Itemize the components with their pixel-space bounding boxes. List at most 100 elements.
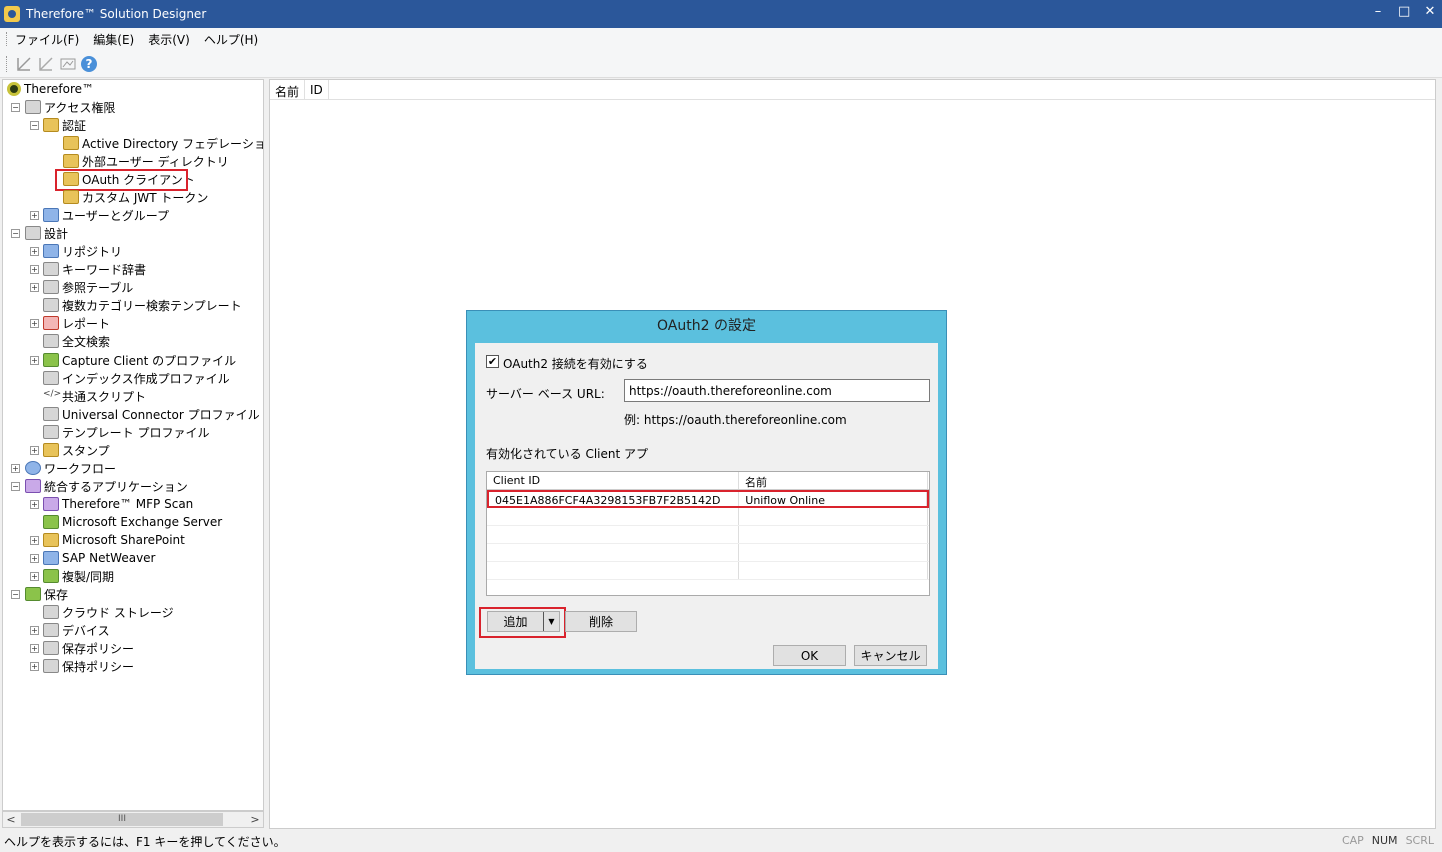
minimize-button[interactable]: – [1372,4,1384,19]
tree-item-mfp-scan[interactable]: Therefore™ MFP Scan [43,495,193,513]
enable-oauth2-checkbox[interactable]: ✔ [486,355,499,368]
expand-toggle-icon[interactable]: + [30,626,39,635]
collapse-toggle-icon[interactable]: − [11,482,20,491]
tree-item-device[interactable]: デバイス [43,621,110,639]
grid-header-client-id[interactable]: Client ID [487,472,739,489]
dialog-body: ✔ OAuth2 接続を有効にする サーバー ベース URL: 例: https… [475,343,938,669]
expand-toggle-icon[interactable]: + [30,356,39,365]
expand-toggle-icon[interactable]: + [30,211,39,220]
menu-help[interactable]: ヘルプ(H) [204,31,258,48]
scroll-right-icon[interactable]: > [247,812,263,827]
tree-item-capture-client[interactable]: Capture Client のプロファイル [43,351,236,369]
table-row[interactable]: 045E1A886FCF4A3298153FB7F2B5142D Uniflow… [487,490,929,508]
expand-toggle-icon[interactable]: + [30,536,39,545]
tree-item-multi-category-search[interactable]: 複数カテゴリー検索テンプレート [43,296,242,314]
tree-item-sharepoint[interactable]: Microsoft SharePoint [43,531,185,549]
design-tool-icon[interactable] [15,55,33,73]
design-tool-2-icon[interactable] [37,55,55,73]
tree-item-design[interactable]: 設計 [25,224,68,242]
tree-item-custom-jwt[interactable]: カスタム JWT トークン [63,188,208,206]
collapse-toggle-icon[interactable]: − [11,103,20,112]
tree-root[interactable]: Therefore™ [7,80,94,98]
delete-button[interactable]: 削除 [565,611,637,632]
tree-item-label: Microsoft Exchange Server [62,515,223,529]
expand-toggle-icon[interactable]: + [30,247,39,256]
tree-item-workflow[interactable]: ワークフロー [25,459,116,477]
collapse-toggle-icon[interactable]: − [11,229,20,238]
search-template-icon [43,298,59,312]
tree-item-label: 複製/同期 [62,569,115,584]
tree-item-reference-table[interactable]: 参照テーブル [43,278,133,296]
list-header: 名前 ID [270,80,1435,100]
tree-item-fulltext-search[interactable]: 全文検索 [43,332,110,350]
column-header-name[interactable]: 名前 [270,80,306,99]
collapse-toggle-icon[interactable]: − [30,121,39,130]
tree-root-label: Therefore™ [24,82,94,96]
tree-item-replication[interactable]: 複製/同期 [43,567,114,585]
ok-button[interactable]: OK [773,645,846,666]
tree-item-label: 設計 [44,226,69,241]
enabled-client-apps-label: 有効化されている Client アプ [486,447,649,461]
expand-toggle-icon[interactable]: + [30,319,39,328]
tree-item-keyword-dictionary[interactable]: キーワード辞書 [43,260,146,278]
cancel-button[interactable]: キャンセル [854,645,927,666]
help-icon[interactable]: ? [81,55,97,72]
tree-item-template-profile[interactable]: テンプレート プロファイル [43,423,209,441]
add-dropdown-arrow-icon[interactable]: ▼ [543,612,559,631]
tree-item-adfs[interactable]: Active Directory フェデレーション サ [63,134,263,152]
grid-header-name[interactable]: 名前 [739,472,928,489]
table-icon [43,280,59,294]
expand-toggle-icon[interactable]: + [30,283,39,292]
tree-item-label: カスタム JWT トークン [82,190,209,205]
image-tool-icon[interactable] [59,55,77,73]
integration-icon [25,479,41,493]
tree-item-integrations[interactable]: 統合するアプリケーション [25,477,188,495]
expand-toggle-icon[interactable]: + [11,464,20,473]
expand-toggle-icon[interactable]: + [30,662,39,671]
folder-icon [43,118,59,132]
scrl-indicator: SCRL [1405,834,1434,847]
expand-toggle-icon[interactable]: + [30,265,39,274]
tree-item-retention-policy[interactable]: 保持ポリシー [43,657,134,675]
expand-toggle-icon[interactable]: + [30,644,39,653]
tree-item-label: スタンプ [62,443,110,458]
therefore-root-icon [7,82,21,96]
tree-item-exchange[interactable]: Microsoft Exchange Server [43,513,222,531]
menu-file[interactable]: ファイル(F) [15,31,79,48]
navigation-tree: Therefore™ − アクセス権限 − 認証 Active Director… [2,79,264,811]
tree-item-label: Microsoft SharePoint [62,533,185,547]
maximize-button[interactable]: □ [1398,4,1410,19]
tree-item-label: 複数カテゴリー検索テンプレート [62,298,242,313]
tree-item-stamp[interactable]: スタンプ [43,441,110,459]
expand-toggle-icon[interactable]: + [30,554,39,563]
tree-item-repository[interactable]: リポジトリ [43,242,122,260]
menu-view[interactable]: 表示(V) [148,31,190,48]
tree-item-external-directory[interactable]: 外部ユーザー ディレクトリ [63,152,229,170]
tree-item-storage-policy[interactable]: 保存ポリシー [43,639,134,657]
tree-item-users-groups[interactable]: ユーザーとグループ [43,206,169,224]
tree-item-sap-netweaver[interactable]: SAP NetWeaver [43,549,155,567]
tree-item-report[interactable]: レポート [43,314,110,332]
tree-item-common-script[interactable]: </> 共通スクリプト [43,387,146,405]
expand-toggle-icon[interactable]: + [30,500,39,509]
scroll-thumb[interactable]: III [21,813,223,826]
tree-horizontal-scrollbar[interactable]: < III > [2,811,264,828]
tree-item-authentication[interactable]: 認証 [43,116,86,134]
add-button[interactable]: 追加 ▼ [487,611,560,632]
tree-item-universal-connector[interactable]: Universal Connector プロファイル [43,405,260,423]
scroll-left-icon[interactable]: < [3,812,19,827]
menu-edit[interactable]: 編集(E) [93,31,134,48]
tree-item-label: 保持ポリシー [62,659,135,674]
server-url-input[interactable] [624,379,930,402]
tree-item-storage[interactable]: 保存 [25,585,68,603]
tree-item-indexing-profile[interactable]: インデックス作成プロファイル [43,369,230,387]
column-header-id[interactable]: ID [305,80,329,99]
collapse-toggle-icon[interactable]: − [11,590,20,599]
tree-item-access-rights[interactable]: アクセス権限 [25,98,115,116]
tree-item-label: テンプレート プロファイル [62,425,210,440]
close-button[interactable]: ✕ [1424,4,1436,19]
expand-toggle-icon[interactable]: + [30,572,39,581]
template-icon [43,425,59,439]
expand-toggle-icon[interactable]: + [30,446,39,455]
tree-item-cloud-storage[interactable]: クラウド ストレージ [43,603,174,621]
